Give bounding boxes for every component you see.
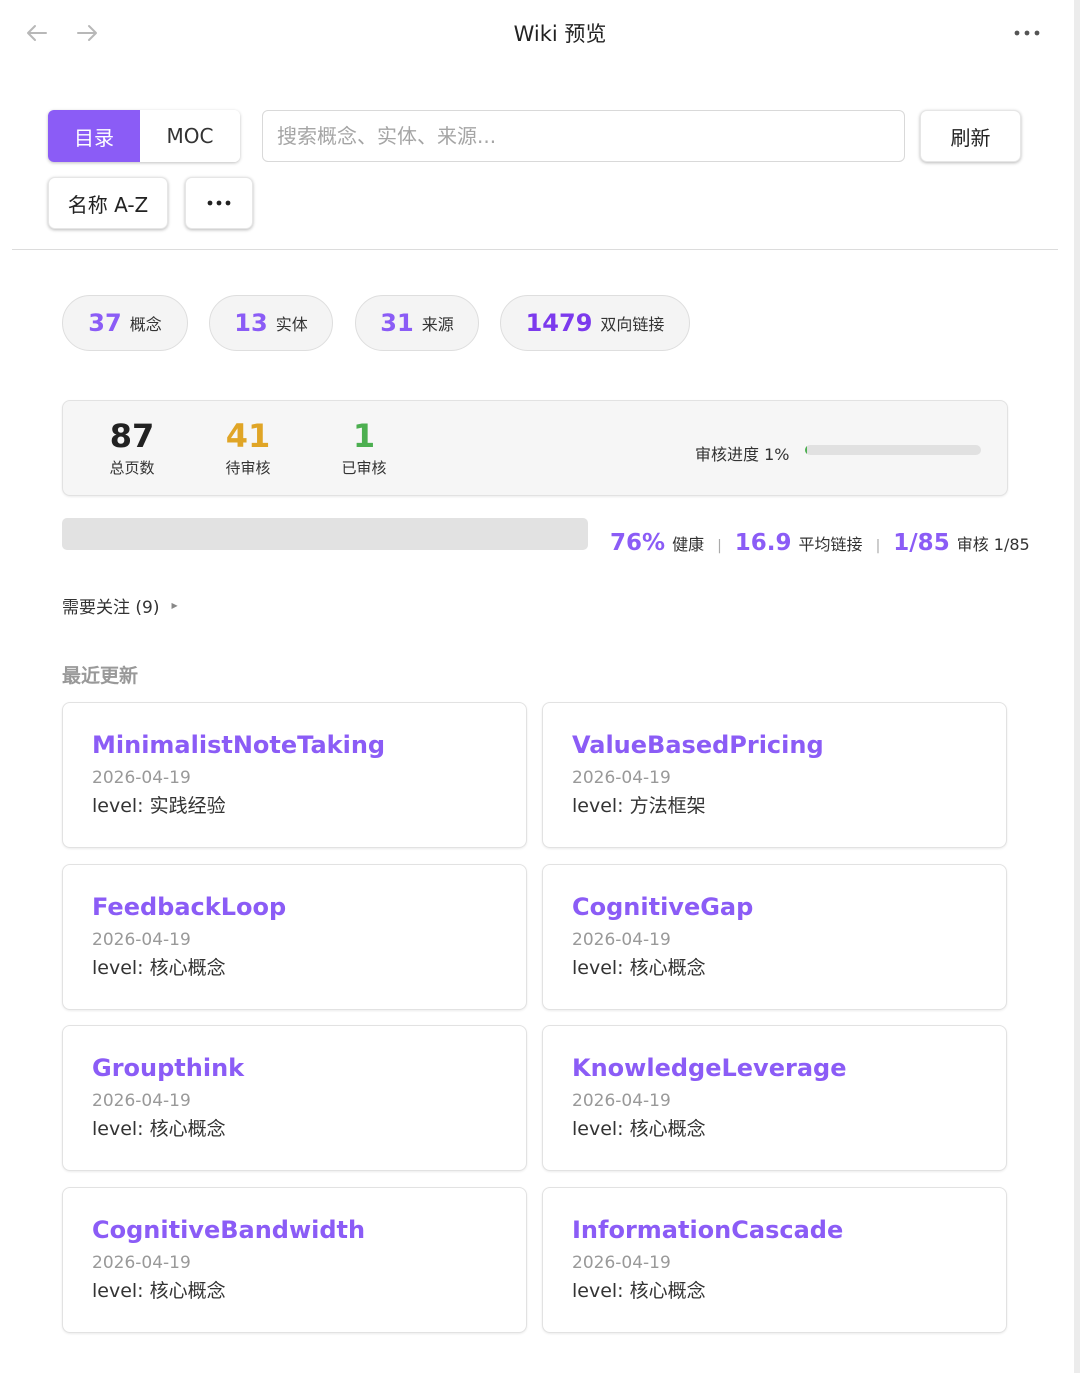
health-summary: 76% 健康 | 16.9 平均链接 | 1/85 审核 1/85	[610, 530, 1030, 556]
ellipsis-icon	[207, 200, 231, 206]
separator: |	[717, 538, 722, 554]
stat-value: 13	[234, 309, 268, 337]
card-title: Groupthink	[92, 1054, 245, 1082]
review-progress-label: 审核进度 1%	[695, 445, 790, 464]
review-progress-bar	[805, 445, 981, 455]
pending-review-value: 41	[225, 417, 271, 455]
total-pages-label: 总页数	[109, 459, 155, 477]
card-title: FeedbackLoop	[92, 893, 287, 921]
recent-card[interactable]: CognitiveGap 2026-04-19 level: 核心概念	[542, 864, 1007, 1010]
card-date: 2026-04-19	[572, 1253, 671, 1273]
attention-label: 需要关注 (9)	[62, 598, 160, 618]
reviewed-stat: 1 已审核	[304, 417, 424, 478]
pending-review-stat: 41 待审核	[188, 417, 308, 478]
card-date: 2026-04-19	[572, 1091, 671, 1111]
reviewed-label: 已审核	[341, 459, 387, 477]
summary-panel: 87 总页数 41 待审核 1 已审核 审核进度 1%	[62, 400, 1008, 496]
card-title: KnowledgeLeverage	[572, 1054, 847, 1082]
window-edge	[1074, 0, 1080, 1373]
recent-card[interactable]: MinimalistNoteTaking 2026-04-19 level: 实…	[62, 702, 527, 848]
card-level: level: 核心概念	[572, 1118, 706, 1140]
more-horizontal-icon	[1014, 30, 1040, 36]
toolbar-divider	[12, 249, 1058, 250]
recent-updates-heading: 最近更新	[62, 665, 139, 687]
reviewed-value: 1	[352, 417, 376, 455]
avg-links-value: 16.9	[734, 530, 792, 556]
stat-label: 双向链接	[600, 315, 665, 334]
stat-label: 概念	[129, 315, 162, 334]
recent-card[interactable]: CognitiveBandwidth 2026-04-19 level: 核心概…	[62, 1187, 527, 1333]
card-title: CognitiveBandwidth	[92, 1216, 366, 1244]
review-ratio-label: 审核 1/85	[956, 535, 1030, 554]
total-pages-stat: 87 总页数	[72, 417, 192, 478]
caret-right-icon: ▶	[171, 601, 178, 610]
stat-value: 1479	[525, 309, 593, 337]
title-bar: Wiki 预览	[0, 0, 1074, 66]
card-date: 2026-04-19	[572, 930, 671, 950]
card-title: InformationCascade	[572, 1216, 844, 1244]
stat-pill-sources[interactable]: 31 来源	[355, 295, 479, 351]
card-title: CognitiveGap	[572, 893, 754, 921]
card-title: MinimalistNoteTaking	[92, 731, 386, 759]
stat-pill-links[interactable]: 1479 双向链接	[500, 295, 690, 351]
card-level: level: 核心概念	[572, 1280, 706, 1302]
review-ratio-value: 1/85	[893, 530, 950, 556]
tab-moc[interactable]: MOC	[140, 110, 240, 162]
card-date: 2026-04-19	[572, 768, 671, 788]
refresh-button[interactable]: 刷新	[920, 110, 1021, 162]
more-options-button[interactable]	[1012, 20, 1042, 46]
stat-pill-entities[interactable]: 13 实体	[209, 295, 333, 351]
card-level: level: 核心概念	[572, 957, 706, 979]
card-level: level: 核心概念	[92, 1280, 226, 1302]
sort-button[interactable]: 名称 A-Z	[48, 177, 168, 229]
stat-pill-concepts[interactable]: 37 概念	[62, 295, 188, 351]
stat-label: 来源	[421, 315, 454, 334]
separator: |	[875, 538, 881, 554]
recent-card[interactable]: Groupthink 2026-04-19 level: 核心概念	[62, 1025, 527, 1171]
recent-card[interactable]: InformationCascade 2026-04-19 level: 核心概…	[542, 1187, 1007, 1333]
recent-card[interactable]: ValueBasedPricing 2026-04-19 level: 方法框架	[542, 702, 1007, 848]
recent-card[interactable]: FeedbackLoop 2026-04-19 level: 核心概念	[62, 864, 527, 1010]
tab-toc[interactable]: 目录	[48, 110, 140, 162]
recent-card[interactable]: KnowledgeLeverage 2026-04-19 level: 核心概念	[542, 1025, 1007, 1171]
health-bar	[62, 518, 588, 550]
card-title: ValueBasedPricing	[572, 731, 824, 759]
card-date: 2026-04-19	[92, 768, 191, 788]
card-date: 2026-04-19	[92, 930, 191, 950]
stat-label: 实体	[275, 315, 308, 334]
card-level: level: 实践经验	[92, 795, 226, 817]
card-date: 2026-04-19	[92, 1253, 191, 1273]
card-date: 2026-04-19	[92, 1091, 191, 1111]
more-filters-button[interactable]	[185, 177, 253, 229]
stat-value: 31	[380, 309, 414, 337]
health-value: 76%	[610, 530, 666, 556]
health-label: 健康	[672, 535, 705, 554]
card-level: level: 核心概念	[92, 957, 226, 979]
avg-links-label: 平均链接	[798, 535, 863, 554]
view-switcher: 目录 MOC	[48, 110, 240, 162]
pending-review-label: 待审核	[225, 459, 271, 477]
page-title: Wiki 预览	[513, 22, 607, 46]
card-level: level: 核心概念	[92, 1118, 226, 1140]
card-level: level: 方法框架	[572, 795, 706, 817]
stat-value: 37	[88, 309, 122, 337]
review-progress-fill	[805, 445, 808, 455]
search-input[interactable]	[262, 110, 905, 162]
total-pages-value: 87	[109, 417, 155, 455]
attention-toggle[interactable]: 需要关注 (9) ▶	[62, 593, 178, 618]
